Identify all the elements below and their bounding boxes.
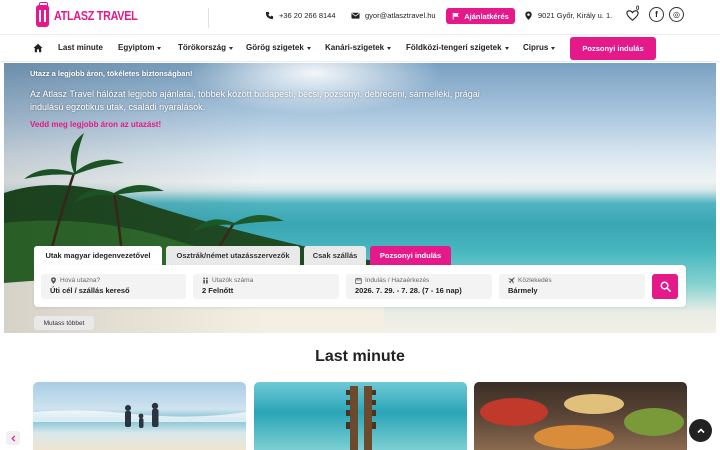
transport-label: Közlekedés xyxy=(508,277,645,284)
buffet-food-photo xyxy=(480,394,684,449)
nav-item-egyiptom[interactable]: Egyiptom xyxy=(118,43,162,52)
top-bar: ATLASZ TRAVEL +36 20 266 8144 gyor@atlas… xyxy=(0,0,720,34)
transport-field[interactable]: Közlekedés Bármely xyxy=(499,274,645,299)
chevron-left-icon xyxy=(10,434,15,442)
dates-field[interactable]: Indulás / Hazaérkezés 2026. 7. 29. - 7. … xyxy=(346,274,492,299)
favorites-button[interactable]: 0 xyxy=(626,6,640,23)
offer-request-label: Ajánlatkérés xyxy=(464,11,509,21)
nav-item-last-minute[interactable]: Last minute xyxy=(58,43,103,52)
nav-item-label: Last minute xyxy=(58,43,103,52)
destination-value: Úti cél / szállás kereső xyxy=(50,286,130,295)
location-pin-icon xyxy=(51,277,56,284)
dates-label: Indulás / Hazaérkezés xyxy=(355,277,492,284)
calendar-icon xyxy=(355,277,362,284)
nav-item-label: Törökország xyxy=(178,43,227,52)
map-pin-icon xyxy=(525,11,532,20)
instagram-icon: ◎ xyxy=(673,10,680,19)
phone-icon xyxy=(265,11,274,20)
hero-description: Az Atlasz Travel hálózat legjobb ajánlat… xyxy=(30,89,480,112)
instagram-link[interactable]: ◎ xyxy=(669,7,684,22)
facebook-link[interactable]: f xyxy=(649,7,664,22)
brand-name: ATLASZ TRAVEL xyxy=(54,9,138,23)
main-nav: Last minute Egyiptom Törökország Görög s… xyxy=(0,34,720,62)
chevron-down-icon xyxy=(306,46,311,50)
hero-cta-link[interactable]: Vedd meg legjobb áron az utazást! xyxy=(30,120,161,129)
chevron-down-icon xyxy=(157,46,162,50)
offer-card[interactable] xyxy=(33,382,246,450)
transport-value: Bármely xyxy=(508,286,538,295)
scroll-to-top-button[interactable] xyxy=(689,419,712,442)
last-minute-title: Last minute xyxy=(315,348,405,365)
nav-item-label: Egyiptom xyxy=(118,43,155,52)
hero-tagline: Utazz a legjobb áron, tökéletes biztonsá… xyxy=(30,69,193,78)
facebook-icon: f xyxy=(655,10,658,19)
nav-item-label: Kanári-szigetek xyxy=(325,43,385,52)
travelers-value: 2 Felnőtt xyxy=(202,286,234,295)
dates-value: 2026. 7. 29. - 7. 28. (7 - 16 nap) xyxy=(355,286,462,295)
search-panel: Hová utazna? Úti cél / szállás kereső Ut… xyxy=(34,265,686,307)
mail-icon xyxy=(351,12,360,19)
brand-logo[interactable]: ATLASZ TRAVEL xyxy=(36,2,151,28)
address-contact[interactable]: 9021 Győr, Király u. 1. xyxy=(524,11,612,20)
destination-label: Hová utazna? xyxy=(50,277,186,284)
offer-request-button[interactable]: Ajánlatkérés xyxy=(446,8,515,24)
nav-item-kanari-szigetek[interactable]: Kanári-szigetek xyxy=(325,43,392,52)
chevron-down-icon xyxy=(551,46,556,50)
travelers-label: Utazók száma xyxy=(202,277,339,284)
nav-item-gorog-szigetek[interactable]: Görög szigetek xyxy=(246,43,311,52)
plane-icon xyxy=(508,277,515,284)
search-button[interactable] xyxy=(652,274,678,299)
travelers-icon xyxy=(203,277,208,284)
chevron-down-icon xyxy=(387,46,392,50)
email-contact[interactable]: gyor@atlasztravel.hu xyxy=(351,11,436,20)
tab-accommodation-only[interactable]: Csak szállás xyxy=(304,246,366,265)
office-address: 9021 Győr, Király u. 1. xyxy=(538,11,613,20)
show-more-button[interactable]: Mutass többet xyxy=(34,316,94,330)
flag-icon xyxy=(452,12,459,20)
chevron-down-icon xyxy=(504,46,509,50)
home-icon[interactable] xyxy=(33,43,43,53)
destination-label-text: Hová utazna? xyxy=(60,277,101,284)
chevron-up-icon xyxy=(696,427,705,433)
bratislava-departure-button[interactable]: Pozsonyi indulás xyxy=(570,37,656,60)
travelers-label-text: Utazók száma xyxy=(212,277,254,284)
nav-item-ciprus[interactable]: Ciprus xyxy=(523,43,556,52)
phone-contact[interactable]: +36 20 266 8144 xyxy=(265,11,336,20)
transport-label-text: Közlekedés xyxy=(518,277,552,284)
offer-card[interactable] xyxy=(254,382,467,450)
offer-card[interactable] xyxy=(474,382,687,450)
tab-austrian-german-operators[interactable]: Osztrák/német utazásszervezők xyxy=(166,246,300,265)
nav-item-label: Földközi-tengeri szigetek xyxy=(406,43,502,52)
nav-item-label: Görög szigetek xyxy=(246,43,304,52)
tab-hungarian-guided-tours[interactable]: Utak magyar idegenvezetővel xyxy=(34,246,162,265)
nav-item-torokorszag[interactable]: Törökország xyxy=(178,43,234,52)
carousel-prev-button[interactable] xyxy=(6,431,20,445)
dates-label-text: Indulás / Hazaérkezés xyxy=(365,277,430,284)
chevron-down-icon xyxy=(229,46,234,50)
nav-item-label: Ciprus xyxy=(523,43,549,52)
travelers-field[interactable]: Utazók száma 2 Felnőtt xyxy=(193,274,339,299)
favorites-count: 0 xyxy=(636,6,640,12)
suitcase-icon xyxy=(36,2,49,27)
nav-item-foldkozi-tengeri-szigetek[interactable]: Földközi-tengeri szigetek xyxy=(406,43,509,52)
phone-number: +36 20 266 8144 xyxy=(279,11,336,20)
family-beach-photo xyxy=(33,402,246,428)
email-address: gyor@atlasztravel.hu xyxy=(365,11,436,20)
tab-bratislava-departure[interactable]: Pozsonyi indulás xyxy=(370,246,451,265)
search-icon xyxy=(660,281,671,292)
destination-field[interactable]: Hová utazna? Úti cél / szállás kereső xyxy=(41,274,186,299)
overwater-villas-photo xyxy=(346,386,376,450)
topbar-divider xyxy=(208,8,209,28)
